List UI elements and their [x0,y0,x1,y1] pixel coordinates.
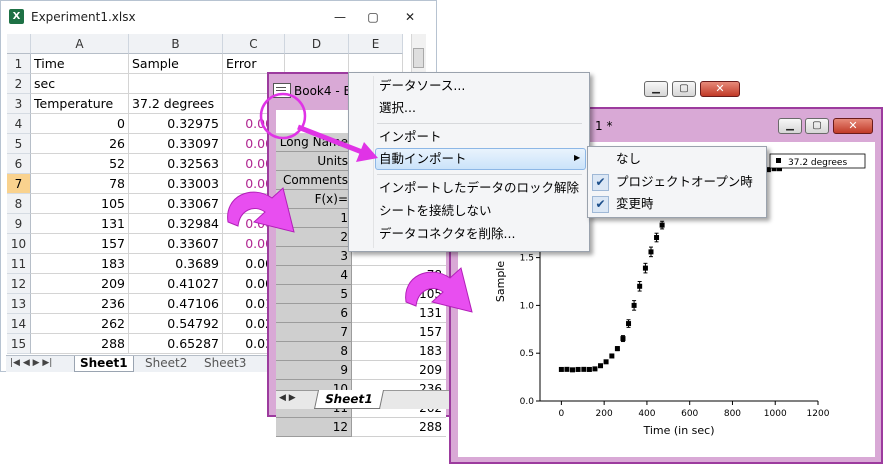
highlight-circle [259,92,307,140]
pointer-arrow [297,124,363,155]
annotation-overlay [227,92,473,313]
curved-arrow-icon [227,187,295,233]
curved-arrow-icon [405,267,473,313]
